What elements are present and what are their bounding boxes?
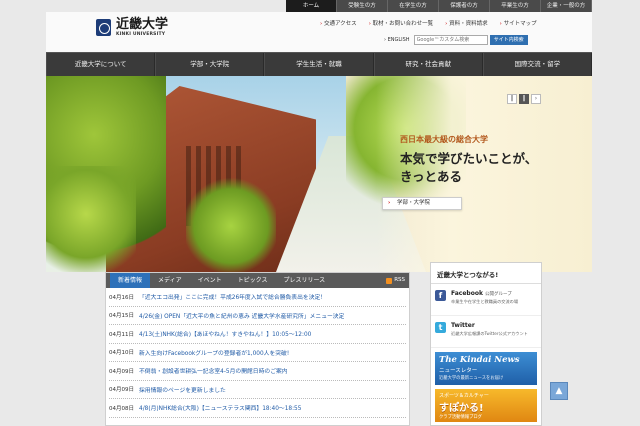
news-panel: 新着情報 メディア イベント トピックス プレスリリース RSS 04月16日「… — [105, 272, 410, 426]
scroll-to-top-button[interactable]: ▲ — [550, 382, 568, 400]
twitter-icon: t — [435, 322, 446, 333]
supokaru-banner[interactable]: スポーツ＆カルチャー すぽかる! クラブ活動情報ブログ — [435, 389, 537, 422]
news-link[interactable]: 4/26(金) OPEN「近大平の魚と紀州の恵み 近畿大学水産研究所」メニュー決… — [139, 311, 344, 320]
news-date: 04月09日 — [109, 387, 134, 394]
site-logo[interactable]: 近畿大学 KINKI UNIVERSITY — [96, 18, 168, 37]
list-item: 04月10日 新入生向けFacebookグループの登録者が1,000人を突破! — [109, 344, 406, 362]
facebook-icon: f — [435, 290, 446, 301]
audience-tab-business[interactable]: 企業・一般の方 — [541, 0, 592, 12]
audience-tab-home[interactable]: ホーム — [286, 0, 337, 12]
search-input[interactable] — [413, 35, 488, 45]
audience-tab-applicants[interactable]: 受験生の方 — [337, 0, 388, 12]
slider-next-icon[interactable]: › — [531, 94, 541, 104]
sidebar-heading: 近畿大学とつながる! — [431, 263, 541, 284]
news-tab-topics[interactable]: トピックス — [230, 273, 276, 288]
list-item: 04月08日 4/8(月)NHK総合(大阪)【ニューステラス関西】18:40～18… — [109, 399, 406, 418]
util-link-brochure[interactable]: 資料・資料請求 — [445, 19, 488, 27]
list-item: 04月09日 採用情報のページを更新しました — [109, 381, 406, 399]
news-link[interactable]: 4/13(土)NHK(総合)【あほやねん！すきやねん！】10:05～12:00 — [139, 329, 311, 338]
news-tab-media[interactable]: メディア — [150, 273, 190, 288]
news-date: 04月15日 — [109, 313, 134, 320]
news-tab-latest[interactable]: 新着情報 — [110, 273, 151, 288]
university-emblem-icon — [96, 19, 111, 36]
rss-link[interactable]: RSS — [386, 273, 405, 288]
hero-headline: 本気で学びたいことが、 きっとある — [400, 151, 538, 184]
slider-controls: ‖ ‖ › — [507, 94, 541, 104]
connect-sidebar: 近畿大学とつながる! f Facebook 公開グループ 卒業生や在学生と教職員… — [430, 262, 542, 426]
nav-international[interactable]: 国際交流・留学 — [482, 53, 593, 76]
slider-pause-icon[interactable]: ‖ — [519, 94, 529, 104]
news-link[interactable]: 採用情報のページを更新しました — [139, 385, 226, 394]
main-nav: 近畿大学について 学部・大学院 学生生活・就職 研究・社会貢献 国際交流・留学 — [46, 52, 593, 76]
twitter-link[interactable]: t Twitter 近畿大学広報課のTwitter公式アカウント — [431, 316, 541, 348]
news-date: 04月16日 — [109, 294, 134, 301]
util-link-access[interactable]: 交通アクセス — [320, 19, 357, 27]
site-search-button[interactable]: サイト内検索 — [489, 35, 528, 45]
utility-links: 交通アクセス 取材・お問い合わせ一覧 資料・資料請求 サイトマップ — [320, 19, 537, 27]
search-row: › ENGLISH サイト内検索 — [384, 35, 528, 45]
rss-icon — [386, 277, 393, 284]
news-tabs: 新着情報 メディア イベント トピックス プレスリリース RSS — [106, 273, 409, 288]
audience-tabs: ホーム 受験生の方 在学生の方 保護者の方 卒業生の方 企業・一般の方 — [286, 0, 592, 12]
news-link[interactable]: 4/8(月)NHK総合(大阪)【ニューステラス関西】18:40～18:55 — [139, 403, 301, 412]
kindai-news-banner[interactable]: The Kindai News ニュースレター 近畿大学の最新ニュースをお届け — [435, 352, 537, 385]
news-list: 04月16日 「近大エコ出発」ここに完成！平成26年度入試で総合勝負表出を決定！ … — [106, 288, 409, 418]
util-link-contact[interactable]: 取材・お問い合わせ一覧 — [369, 19, 434, 27]
nav-faculties[interactable]: 学部・大学院 — [155, 53, 265, 76]
site-header: 近畿大学 KINKI UNIVERSITY 交通アクセス 取材・お問い合わせ一覧… — [46, 12, 592, 52]
facebook-link[interactable]: f Facebook 公開グループ 卒業生や在学生と教職員の交流の場 — [431, 284, 541, 316]
news-link[interactable]: 不倒翁・創設者世耕弘一記念室4-5月の開館日時のご案内 — [139, 366, 288, 375]
news-date: 04月08日 — [109, 405, 134, 412]
util-link-sitemap[interactable]: サイトマップ — [500, 19, 537, 27]
list-item: 04月16日 「近大エコ出発」ここに完成！平成26年度入試で総合勝負表出を決定！ — [109, 288, 406, 307]
logo-english: KINKI UNIVERSITY — [116, 32, 166, 37]
hero-slider: 西日本最大級の総合大学 本気で学びたいことが、 きっとある 学部・大学院 ‖ ‖… — [46, 76, 592, 272]
news-tab-events[interactable]: イベント — [190, 273, 230, 288]
nav-student-life[interactable]: 学生生活・就職 — [264, 53, 374, 76]
list-item: 04月11日 4/13(土)NHK(総合)【あほやねん！すきやねん！】10:05～… — [109, 325, 406, 344]
news-link[interactable]: 「近大エコ出発」ここに完成！平成26年度入試で総合勝負表出を決定！ — [139, 292, 326, 301]
list-item: 04月09日 不倒翁・創設者世耕弘一記念室4-5月の開館日時のご案内 — [109, 362, 406, 381]
news-date: 04月10日 — [109, 350, 134, 357]
news-tab-press[interactable]: プレスリリース — [275, 273, 333, 288]
nav-about[interactable]: 近畿大学について — [46, 53, 156, 76]
logo-japanese: 近畿大学 — [116, 17, 169, 32]
list-item: 04月15日 4/26(金) OPEN「近大平の魚と紀州の恵み 近畿大学水産研究所… — [109, 307, 406, 325]
audience-tab-students[interactable]: 在学生の方 — [388, 0, 439, 12]
news-link[interactable]: 新入生向けFacebookグループの登録者が1,000人を突破! — [139, 348, 289, 357]
audience-tab-parents[interactable]: 保護者の方 — [439, 0, 490, 12]
hero-cta-faculties[interactable]: 学部・大学院 — [382, 197, 462, 210]
nav-research[interactable]: 研究・社会貢献 — [373, 53, 483, 76]
hero-tagline: 西日本最大級の総合大学 — [400, 135, 488, 144]
english-link[interactable]: › ENGLISH — [384, 37, 410, 43]
slider-prev-icon[interactable]: ‖ — [507, 94, 517, 104]
news-date: 04月09日 — [109, 368, 134, 375]
news-date: 04月11日 — [109, 331, 134, 338]
audience-tab-alumni[interactable]: 卒業生の方 — [490, 0, 541, 12]
